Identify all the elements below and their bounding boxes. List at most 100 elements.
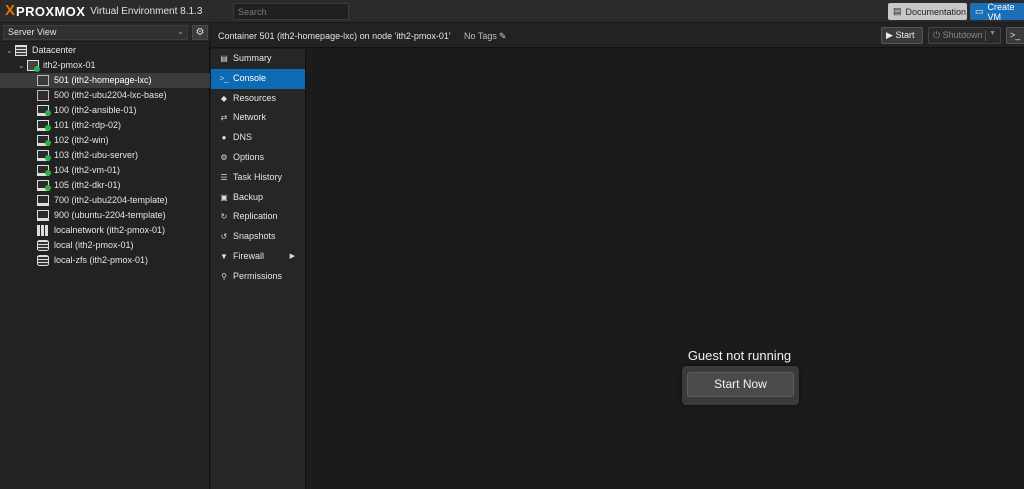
logo-wordmark: PROXMOX bbox=[16, 3, 86, 19]
resource-tree: ⌄ Datacenter ⌄ ith2-pmox-01 501 (ith2-ho… bbox=[0, 43, 210, 268]
proxmox-logo[interactable]: X PROXMOX Virtual Environment 8.1.3 bbox=[5, 3, 202, 19]
container-template-icon bbox=[37, 90, 49, 101]
menu-item-label: Permissions bbox=[233, 270, 283, 281]
tree-item-label: Datacenter bbox=[32, 45, 77, 55]
tags-editor[interactable]: No Tags ✎ bbox=[464, 31, 506, 42]
menu-item-console[interactable]: >_ Console bbox=[211, 68, 305, 89]
tree-item-vm-100[interactable]: 100 (ith2-ansible-01) bbox=[0, 103, 210, 118]
shutdown-button[interactable]: ⏻ Shutdown ▼ bbox=[928, 27, 1001, 44]
documentation-button[interactable]: ▤ Documentation bbox=[888, 3, 967, 20]
tree-item-label: 102 (ith2-win) bbox=[54, 135, 109, 145]
menu-item-label: Console bbox=[233, 72, 267, 83]
search-input[interactable] bbox=[233, 3, 349, 20]
tree-item-node[interactable]: ⌄ ith2-pmox-01 bbox=[0, 58, 210, 73]
menu-item-replication[interactable]: ↻ Replication bbox=[211, 207, 305, 227]
desktop-icon: ▭ bbox=[975, 6, 984, 16]
menu-item-summary[interactable]: ▤ Summary bbox=[211, 49, 305, 69]
start-now-button[interactable]: Start Now bbox=[687, 372, 794, 397]
proxmox-x-icon: X bbox=[5, 2, 16, 19]
documentation-label: Documentation bbox=[905, 6, 967, 17]
chevron-down-icon[interactable]: ▼ bbox=[989, 30, 996, 37]
chevron-right-icon[interactable]: ▶ bbox=[290, 247, 295, 267]
tree-item-label: 104 (ith2-vm-01) bbox=[54, 165, 121, 175]
tree-item-storage-local[interactable]: local (ith2-pmox-01) bbox=[0, 238, 210, 253]
terminal-icon: >_ bbox=[219, 73, 229, 83]
tree-item-label: 900 (ubuntu-2204-template) bbox=[54, 210, 166, 220]
menu-item-firewall[interactable]: ▼ Firewall ▶ bbox=[211, 247, 305, 267]
tree-item-label: 500 (ith2-ubu2204-lxc-base) bbox=[54, 90, 167, 100]
menu-item-task-history[interactable]: ☰ Task History bbox=[211, 168, 305, 188]
tree-item-vm-105[interactable]: 105 (ith2-dkr-01) bbox=[0, 178, 210, 193]
tree-item-vm-101[interactable]: 101 (ith2-rdp-02) bbox=[0, 118, 210, 133]
tree-item-ct-500[interactable]: 500 (ith2-ubu2204-lxc-base) bbox=[0, 88, 210, 103]
tree-item-label: ith2-pmox-01 bbox=[43, 60, 96, 70]
power-icon: ⏻ bbox=[933, 30, 941, 40]
menu-item-dns[interactable]: ● DNS bbox=[211, 128, 305, 148]
tree-item-ct-501[interactable]: 501 (ith2-homepage-lxc) bbox=[0, 73, 210, 88]
version-label: Virtual Environment 8.1.3 bbox=[90, 5, 203, 17]
tree-item-vm-104[interactable]: 104 (ith2-vm-01) bbox=[0, 163, 210, 178]
menu-item-network[interactable]: ⇄ Network bbox=[211, 108, 305, 128]
resource-tree-panel: Server View ⌄ ⚙ ⌄ Datacenter ⌄ ith2-pmox… bbox=[0, 23, 210, 489]
chevron-down-icon: ⌄ bbox=[177, 27, 184, 36]
tree-item-localnetwork[interactable]: localnetwork (ith2-pmox-01) bbox=[0, 223, 210, 238]
storage-icon bbox=[37, 240, 49, 251]
vm-running-icon bbox=[37, 180, 51, 191]
menu-item-snapshots[interactable]: ↺ Snapshots bbox=[211, 227, 305, 247]
start-button[interactable]: ▶ Start bbox=[881, 27, 923, 44]
console-area[interactable]: Guest not running Start Now bbox=[307, 49, 1024, 489]
tree-item-label: 105 (ith2-dkr-01) bbox=[54, 180, 121, 190]
top-bar: X PROXMOX Virtual Environment 8.1.3 ▤ Do… bbox=[0, 0, 1024, 23]
menu-item-label: Resources bbox=[233, 92, 277, 103]
tree-item-label: local (ith2-pmox-01) bbox=[54, 240, 134, 250]
page-title: Container 501 (ith2-homepage-lxc) on nod… bbox=[218, 31, 451, 41]
menu-item-label: Backup bbox=[233, 191, 264, 202]
gear-icon[interactable]: ⚙ bbox=[192, 25, 208, 40]
floppy-icon: ▣ bbox=[220, 192, 228, 202]
tree-item-vm-102[interactable]: 102 (ith2-win) bbox=[0, 133, 210, 148]
tree-item-label: localnetwork (ith2-pmox-01) bbox=[54, 225, 166, 235]
content-toolbar: Container 501 (ith2-homepage-lxc) on nod… bbox=[211, 23, 1024, 48]
vm-running-icon bbox=[37, 135, 51, 146]
menu-item-label: Replication bbox=[233, 211, 278, 222]
console-button[interactable]: >_ bbox=[1006, 27, 1024, 44]
shutdown-label: Shutdown bbox=[942, 30, 983, 40]
book-icon: ▤ bbox=[893, 6, 902, 16]
shield-icon: ▼ bbox=[220, 251, 228, 261]
view-selector-row: Server View ⌄ ⚙ bbox=[0, 23, 210, 42]
menu-item-permissions[interactable]: ⚲ Permissions bbox=[211, 267, 305, 287]
tree-item-vm-103[interactable]: 103 (ith2-ubu-server) bbox=[0, 148, 210, 163]
container-stopped-icon bbox=[37, 75, 49, 86]
pencil-icon[interactable]: ✎ bbox=[499, 31, 507, 41]
network-icon bbox=[37, 225, 49, 236]
tree-item-datacenter[interactable]: ⌄ Datacenter bbox=[0, 43, 210, 58]
menu-item-backup[interactable]: ▣ Backup bbox=[211, 188, 305, 208]
tree-item-vm-700[interactable]: 700 (ith2-ubu2204-template) bbox=[0, 193, 210, 208]
divider bbox=[985, 30, 986, 41]
vm-running-icon bbox=[37, 150, 51, 161]
vm-template-icon bbox=[37, 195, 49, 206]
menu-item-resources[interactable]: ◆ Resources bbox=[211, 89, 305, 109]
history-icon: ↺ bbox=[220, 232, 228, 242]
tree-item-vm-900[interactable]: 900 (ubuntu-2204-template) bbox=[0, 208, 210, 223]
create-vm-button[interactable]: ▭ Create VM bbox=[970, 1, 1024, 22]
tree-item-label: 100 (ith2-ansible-01) bbox=[54, 105, 137, 115]
vm-template-icon bbox=[37, 210, 49, 221]
vm-running-icon bbox=[37, 120, 51, 131]
globe-icon: ● bbox=[221, 133, 227, 143]
tree-item-storage-local-zfs[interactable]: local-zfs (ith2-pmox-01) bbox=[0, 253, 210, 268]
collapse-icon[interactable]: ⌄ bbox=[6, 43, 13, 58]
server-view-label: Server View bbox=[8, 27, 57, 37]
collapse-icon[interactable]: ⌄ bbox=[18, 58, 25, 73]
vm-running-icon bbox=[37, 165, 51, 176]
tree-item-label: 101 (ith2-rdp-02) bbox=[54, 120, 122, 130]
menu-item-options[interactable]: ⚙ Options bbox=[211, 148, 305, 168]
unlock-icon: ⚲ bbox=[221, 271, 227, 281]
menu-item-label: Summary bbox=[233, 53, 272, 63]
play-icon: ▶ bbox=[886, 30, 893, 40]
start-now-dialog: Start Now bbox=[682, 366, 799, 405]
create-vm-label: Create VM bbox=[987, 1, 1015, 22]
tree-item-label: 700 (ith2-ubu2204-template) bbox=[54, 195, 168, 205]
menu-item-label: Task History bbox=[233, 171, 283, 182]
server-view-select[interactable]: Server View ⌄ bbox=[3, 25, 188, 40]
